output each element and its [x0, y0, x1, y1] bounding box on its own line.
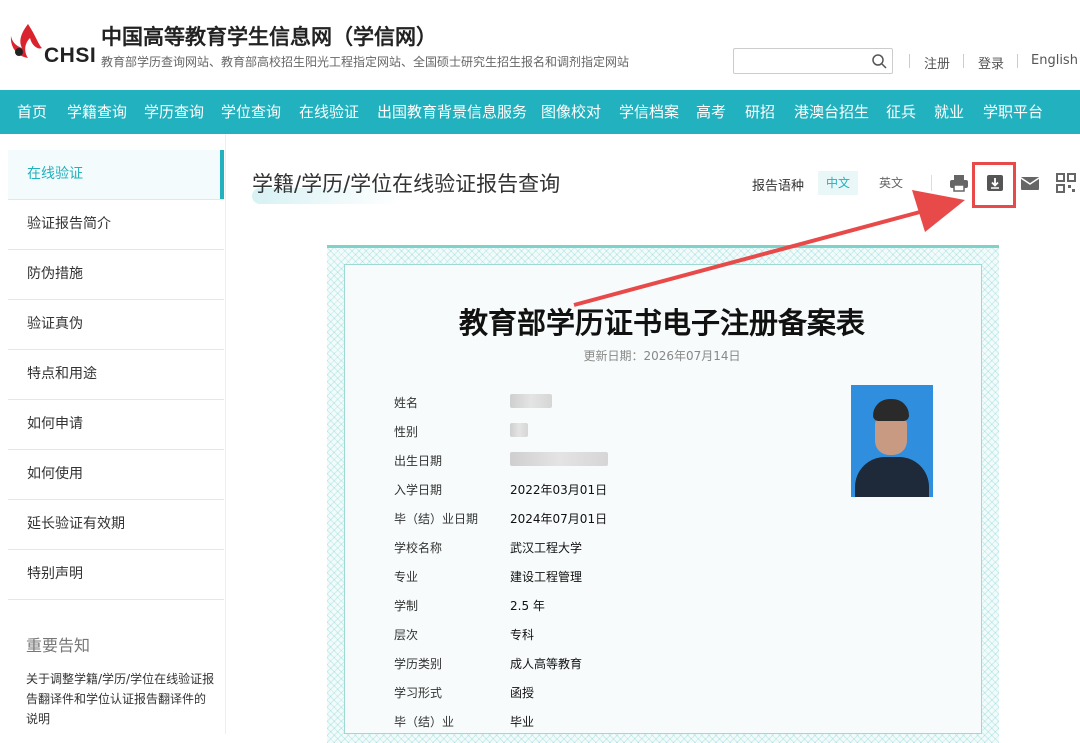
- divider: [963, 54, 964, 68]
- nav-item-home[interactable]: 首页: [17, 90, 47, 134]
- field-value-major: 建设工程管理: [510, 570, 583, 584]
- nav-item-hmt[interactable]: 港澳台招生: [794, 90, 869, 134]
- sidebar-item-online-verify[interactable]: 在线验证: [8, 150, 224, 200]
- logo-text[interactable]: CHSI: [44, 44, 96, 68]
- field-label-name: 姓名: [394, 396, 419, 410]
- photo-hair: [873, 399, 909, 421]
- nav-item-enrollment-query[interactable]: 学籍查询: [67, 90, 127, 134]
- nav-item-career-platform[interactable]: 学职平台: [983, 90, 1043, 134]
- field-label-graduation-status: 毕（结）业: [394, 715, 455, 729]
- field-value-enroll-date: 2022年03月01日: [510, 483, 608, 497]
- field-label-duration: 学制: [394, 599, 419, 613]
- nav-item-archive[interactable]: 学信档案: [619, 90, 679, 134]
- photo-body: [855, 457, 929, 497]
- nav-item-gaokao[interactable]: 高考: [696, 90, 726, 134]
- field-label-birthdate: 出生日期: [394, 454, 443, 468]
- report-language-label: 报告语种: [752, 179, 805, 194]
- nav-item-online-verify[interactable]: 在线验证: [299, 90, 359, 134]
- notice-link[interactable]: 关于调整学籍/学历/学位在线验证报告翻译件和学位认证报告翻译件的说明: [26, 669, 216, 729]
- toolbar-divider: [931, 175, 932, 191]
- sidebar-item-disclaimer[interactable]: 特别声明: [8, 550, 224, 600]
- field-value-school: 武汉工程大学: [510, 541, 583, 555]
- field-label-gender: 性别: [394, 425, 419, 439]
- nav-item-employment[interactable]: 就业: [934, 90, 964, 134]
- print-icon[interactable]: [948, 172, 970, 194]
- blurred-name-value: [510, 394, 552, 408]
- nav-item-yanzhao[interactable]: 研招: [745, 90, 775, 134]
- field-value-level: 专科: [510, 628, 535, 642]
- nav-item-image-check[interactable]: 图像校对: [541, 90, 601, 134]
- divider: [909, 54, 910, 68]
- lang-english-button[interactable]: 英文: [871, 171, 911, 195]
- register-link[interactable]: 注册: [924, 53, 950, 72]
- field-value-graduation-date: 2024年07月01日: [510, 512, 608, 526]
- certificate-title: 教育部学历证书电子注册备案表: [458, 306, 865, 340]
- field-label-major: 专业: [394, 570, 419, 584]
- sidebar-item-anti-fake[interactable]: 防伪措施: [8, 250, 224, 300]
- site-title[interactable]: 中国高等教育学生信息网（学信网）: [101, 21, 437, 51]
- field-value-duration: 2.5 年: [510, 599, 545, 613]
- notice-title: 重要告知: [26, 636, 91, 655]
- sidebar: 在线验证 验证报告简介 防伪措施 验证真伪 特点和用途 如何申请 如何使用 延长…: [8, 150, 224, 600]
- page-title: 学籍/学历/学位在线验证报告查询: [252, 172, 561, 196]
- nav-item-degree-cert-query[interactable]: 学历查询: [144, 90, 204, 134]
- search-box: [733, 48, 893, 74]
- lang-chinese-button[interactable]: 中文: [818, 171, 859, 195]
- sidebar-divider: [225, 134, 226, 734]
- student-photo: [851, 385, 933, 497]
- download-highlight-box: [972, 162, 1016, 208]
- nav-item-military[interactable]: 征兵: [886, 90, 916, 134]
- nav-item-abroad-service[interactable]: 出国教育背景信息服务: [377, 90, 527, 134]
- field-label-school: 学校名称: [394, 541, 443, 555]
- login-link[interactable]: 登录: [978, 53, 1004, 72]
- chsi-logo-icon[interactable]: [8, 22, 44, 62]
- blurred-birthdate-value: [510, 452, 608, 466]
- qrcode-icon[interactable]: [1055, 172, 1077, 194]
- sidebar-item-extend-validity[interactable]: 延长验证有效期: [8, 500, 224, 550]
- main-nav: 首页 学籍查询 学历查询 学位查询 在线验证 出国教育背景信息服务 图像校对 学…: [0, 90, 1080, 134]
- field-value-graduation-status: 毕业: [510, 715, 535, 729]
- divider: [1017, 54, 1018, 68]
- field-value-education-type: 成人高等教育: [510, 657, 583, 671]
- site-subtitle: 教育部学历查询网站、教育部高校招生阳光工程指定网站、全国硕士研究生招生报名和调剂…: [101, 55, 630, 69]
- blurred-gender-value: [510, 423, 528, 437]
- english-link[interactable]: English: [1031, 53, 1078, 68]
- nav-item-degree-query[interactable]: 学位查询: [221, 90, 281, 134]
- field-label-study-form: 学习形式: [394, 686, 443, 700]
- site-header: CHSI 中国高等教育学生信息网（学信网） 教育部学历查询网站、教育部高校招生阳…: [0, 0, 1080, 88]
- field-label-level: 层次: [394, 628, 419, 642]
- field-label-enroll-date: 入学日期: [394, 483, 443, 497]
- sidebar-item-report-intro[interactable]: 验证报告简介: [8, 200, 224, 250]
- field-label-education-type: 学历类别: [394, 657, 443, 671]
- search-icon[interactable]: [871, 53, 887, 69]
- sidebar-item-how-apply[interactable]: 如何申请: [8, 400, 224, 450]
- sidebar-item-how-use[interactable]: 如何使用: [8, 450, 224, 500]
- field-value-study-form: 函授: [510, 686, 535, 700]
- mail-icon[interactable]: [1019, 172, 1041, 194]
- field-label-graduation-date: 毕（结）业日期: [394, 512, 479, 526]
- search-input[interactable]: [738, 50, 872, 74]
- certificate-update-date: 更新日期：2026年07月14日: [583, 349, 741, 363]
